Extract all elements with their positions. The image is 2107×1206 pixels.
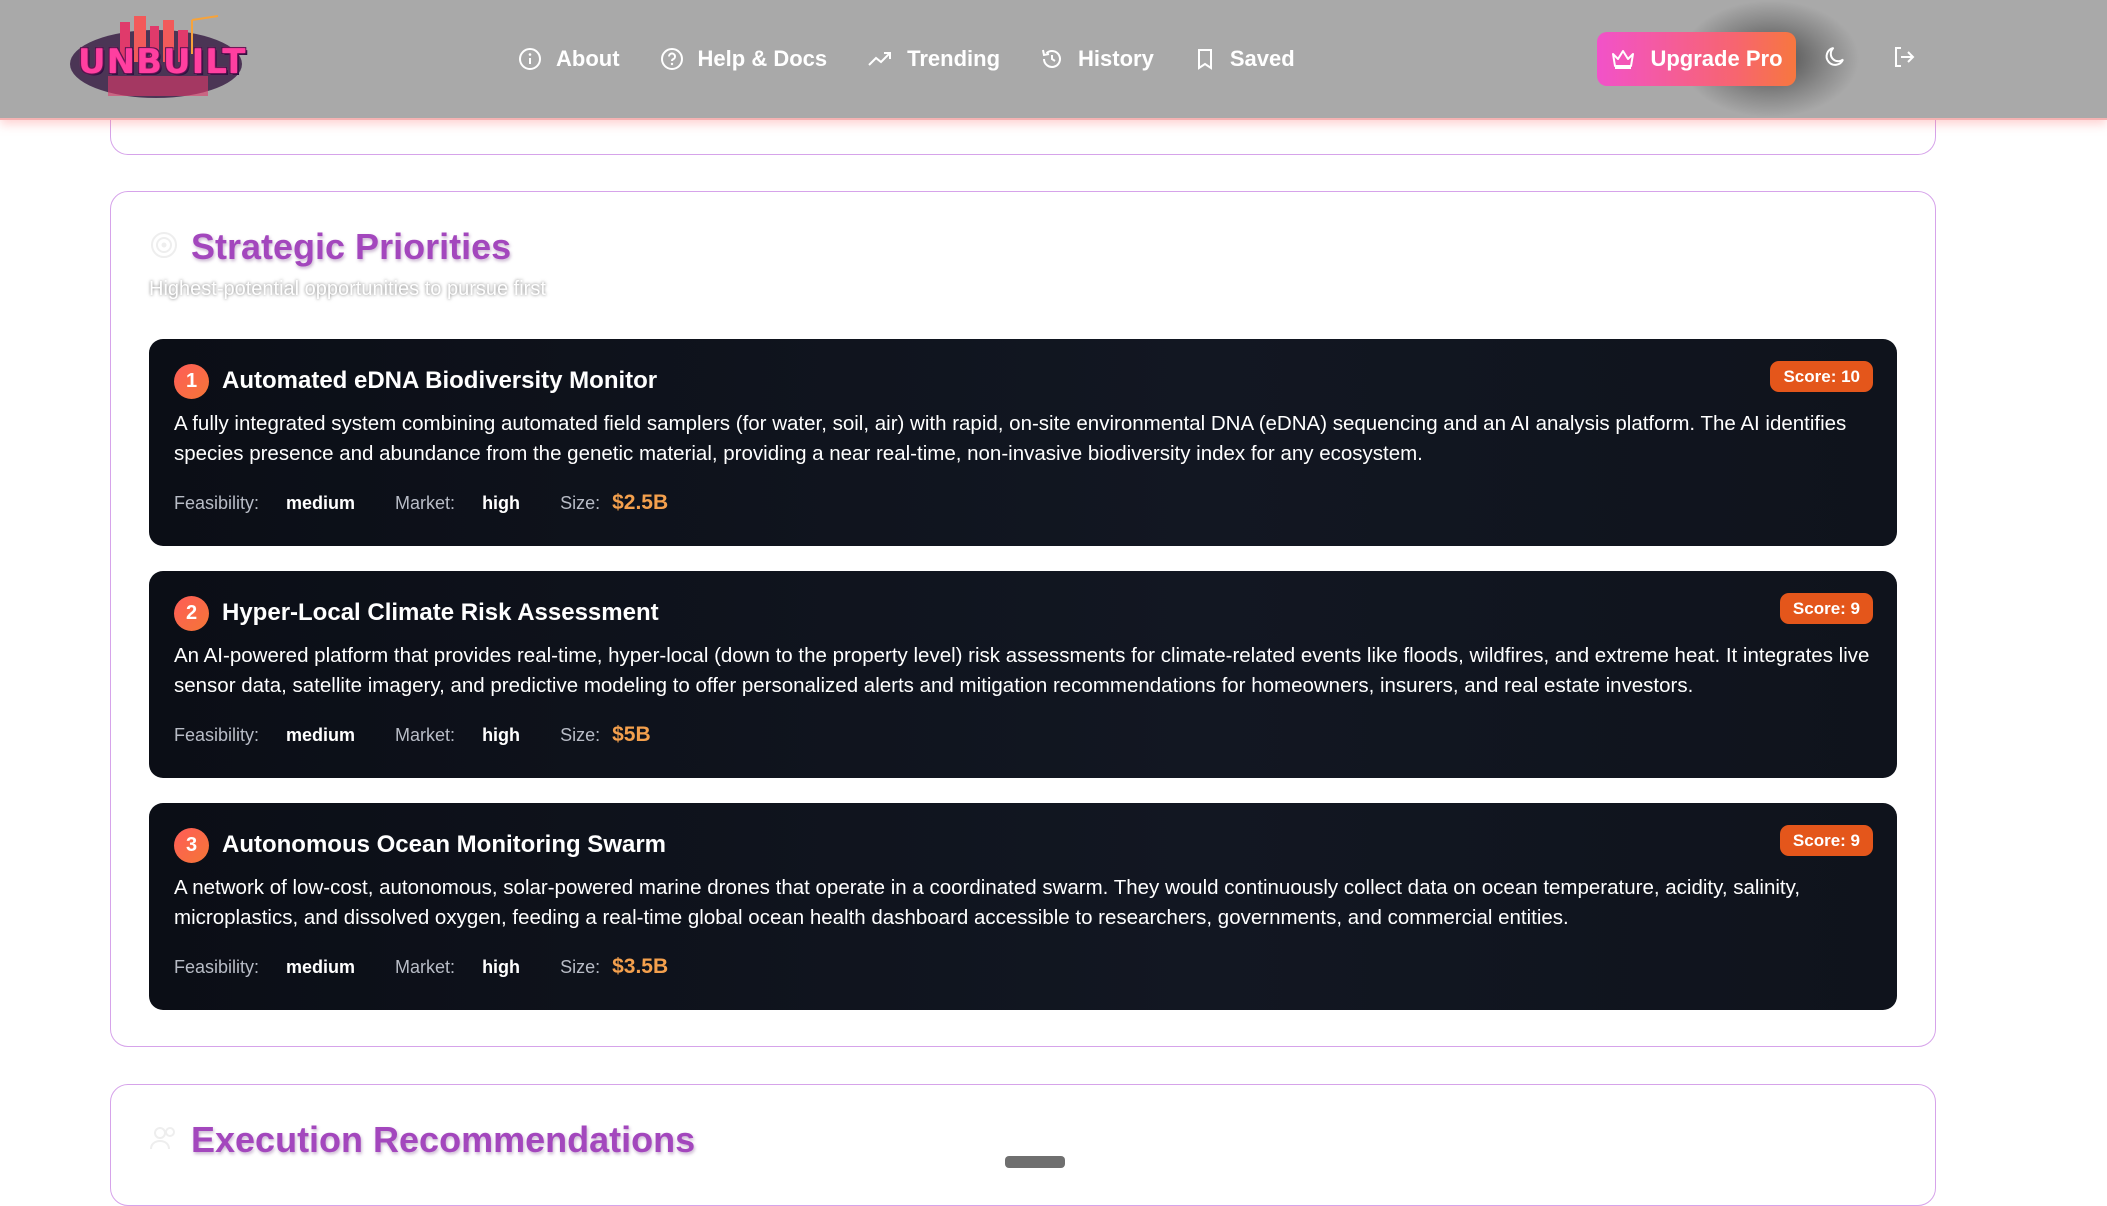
feasibility-value: medium (286, 725, 356, 745)
nav-saved-label: Saved (1229, 46, 1295, 71)
upgrade-pro-button[interactable]: Upgrade Pro (1597, 32, 1796, 86)
bookmark-icon (1197, 49, 1212, 70)
market-label: Market: (395, 725, 456, 745)
score-badge: Score: 9 (1779, 825, 1873, 856)
help-circle-icon (660, 48, 683, 70)
feasibility-value: medium (286, 957, 356, 977)
feasibility-label: Feasibility: (174, 957, 260, 977)
nav-help-docs-label: Help & Docs (697, 46, 828, 71)
size-value: $3.5B (612, 955, 669, 978)
rank-badge: 2 (174, 596, 209, 631)
market-value: high (482, 725, 521, 745)
history-icon (1042, 49, 1062, 68)
opportunity-description: A network of low-cost, autonomous, solar… (174, 876, 1801, 929)
nav-about[interactable]: About (518, 46, 620, 72)
market-label: Market: (395, 493, 456, 513)
moon-icon (1825, 47, 1844, 66)
nav-trending-label: Trending (907, 46, 1001, 71)
execution-recommendations-section: Execution Recommendations (110, 1084, 1936, 1206)
rank-badge: 3 (174, 828, 209, 863)
nav-links: About Help & Docs Trending History Saved (518, 0, 1335, 118)
section-subtitle: Highest-potential opportunities to pursu… (149, 278, 546, 300)
opportunity-title: Autonomous Ocean Monitoring Swarm (222, 831, 667, 858)
logo-text: UNBUILT (78, 42, 247, 82)
nav-about-label: About (556, 46, 620, 71)
logout-icon (1895, 47, 1915, 67)
score-badge: Score: 9 (1779, 593, 1873, 624)
size-value: $5B (612, 723, 651, 746)
size-label: Size: (560, 957, 601, 977)
market-label: Market: (395, 957, 456, 977)
rank-badge: 1 (174, 364, 209, 399)
target-icon (151, 232, 177, 258)
top-navbar: UNBUILT About Help & Docs Trending Histo… (0, 0, 2107, 120)
nav-history[interactable]: History (1040, 46, 1154, 72)
feasibility-label: Feasibility: (174, 725, 260, 745)
opportunity-description: An AI-powered platform that provides rea… (174, 644, 1870, 697)
unbuilt-logo[interactable]: UNBUILT (68, 14, 248, 104)
opportunity-title: Automated eDNA Biodiversity Monitor (222, 367, 658, 394)
users-icon (150, 1127, 175, 1150)
score-badge: Score: 10 (1770, 361, 1873, 392)
nav-saved[interactable]: Saved (1194, 46, 1295, 72)
market-value: high (482, 957, 521, 977)
opportunity-meta: Feasibility: medium Market: high Size: $… (174, 723, 651, 747)
section-title: Execution Recommendations (191, 1119, 696, 1160)
nav-trending[interactable]: Trending (867, 46, 1000, 72)
opportunity-card[interactable]: 1 Automated eDNA Biodiversity Monitor Sc… (149, 339, 1897, 546)
opportunity-description: A fully integrated system combining auto… (174, 412, 1847, 465)
strategic-priorities-section: Strategic Priorities Highest-potential o… (110, 191, 1936, 1047)
info-circle-icon (519, 48, 541, 70)
feasibility-value: medium (286, 493, 356, 513)
opportunity-card[interactable]: 2 Hyper-Local Climate Risk Assessment Sc… (149, 571, 1897, 778)
opportunity-meta: Feasibility: medium Market: high Size: $… (174, 491, 668, 515)
size-value: $2.5B (612, 491, 669, 514)
crown-icon (1612, 50, 1635, 69)
upgrade-pro-label: Upgrade Pro (1650, 46, 1783, 71)
size-label: Size: (560, 725, 601, 745)
section-title: Strategic Priorities (191, 226, 512, 267)
logout-button[interactable] (1891, 44, 1917, 75)
theme-toggle-button[interactable] (1823, 44, 1849, 75)
nav-history-label: History (1078, 46, 1154, 71)
opportunity-card[interactable]: 3 Autonomous Ocean Monitoring Swarm Scor… (149, 803, 1897, 1010)
scroll-indicator[interactable] (1005, 1156, 1065, 1168)
market-value: high (482, 493, 521, 513)
opportunity-meta: Feasibility: medium Market: high Size: $… (174, 955, 668, 979)
size-label: Size: (560, 493, 601, 513)
trending-up-icon (868, 52, 892, 66)
nav-help-docs[interactable]: Help & Docs (660, 46, 828, 72)
feasibility-label: Feasibility: (174, 493, 260, 513)
opportunity-title: Hyper-Local Climate Risk Assessment (222, 599, 659, 626)
